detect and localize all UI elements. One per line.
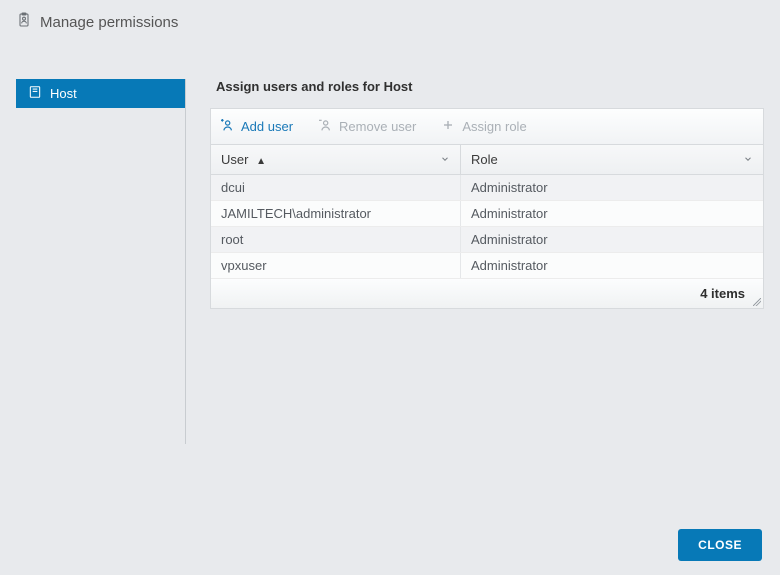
table-row[interactable]: vpxuser Administrator xyxy=(211,253,763,279)
clipboard-user-icon xyxy=(16,12,32,32)
dialog-title: Manage permissions xyxy=(40,14,178,31)
remove-user-label: Remove user xyxy=(339,119,416,134)
column-user-label: User xyxy=(221,152,248,167)
cell-user: vpxuser xyxy=(211,253,461,278)
permissions-grid: Add user Remove user xyxy=(210,108,764,309)
grid-footer: 4 items xyxy=(211,279,763,308)
chevron-down-icon[interactable] xyxy=(743,152,753,167)
manage-permissions-dialog: Manage permissions Host Assign users and… xyxy=(0,0,780,575)
assign-role-button: Assign role xyxy=(440,117,526,136)
add-user-icon xyxy=(219,117,235,136)
cell-role: Administrator xyxy=(461,175,763,200)
add-user-button[interactable]: Add user xyxy=(219,117,293,136)
cell-role: Administrator xyxy=(461,227,763,252)
table-row[interactable]: root Administrator xyxy=(211,227,763,253)
assign-role-label: Assign role xyxy=(462,119,526,134)
remove-user-button: Remove user xyxy=(317,117,416,136)
plus-icon xyxy=(440,117,456,136)
remove-user-icon xyxy=(317,117,333,136)
column-header-user[interactable]: User ▲ xyxy=(211,145,461,174)
column-header-role[interactable]: Role xyxy=(461,145,763,174)
cell-user: dcui xyxy=(211,175,461,200)
close-button[interactable]: CLOSE xyxy=(678,529,762,561)
grid-toolbar: Add user Remove user xyxy=(211,109,763,145)
dialog-header: Manage permissions xyxy=(0,0,780,44)
dialog-body: Host Assign users and roles for Host xyxy=(0,44,780,515)
add-user-label: Add user xyxy=(241,119,293,134)
cell-role: Administrator xyxy=(461,253,763,278)
chevron-down-icon[interactable] xyxy=(440,152,450,167)
dialog-footer: CLOSE xyxy=(0,515,780,575)
main-title: Assign users and roles for Host xyxy=(210,79,764,94)
table-row[interactable]: dcui Administrator xyxy=(211,175,763,201)
item-count: 4 items xyxy=(700,286,745,301)
sidebar-item-host[interactable]: Host xyxy=(16,79,185,108)
sort-asc-icon: ▲ xyxy=(256,156,266,167)
grid-header: User ▲ Role xyxy=(211,145,763,175)
grid-body: dcui Administrator JAMILTECH\administrat… xyxy=(211,175,763,279)
column-role-label: Role xyxy=(471,152,498,167)
cell-user: JAMILTECH\administrator xyxy=(211,201,461,226)
main-panel: Assign users and roles for Host Add xyxy=(210,79,764,515)
cell-role: Administrator xyxy=(461,201,763,226)
host-icon xyxy=(28,85,42,102)
sidebar-item-label: Host xyxy=(50,86,77,101)
sidebar: Host xyxy=(16,79,186,444)
cell-user: root xyxy=(211,227,461,252)
table-row[interactable]: JAMILTECH\administrator Administrator xyxy=(211,201,763,227)
